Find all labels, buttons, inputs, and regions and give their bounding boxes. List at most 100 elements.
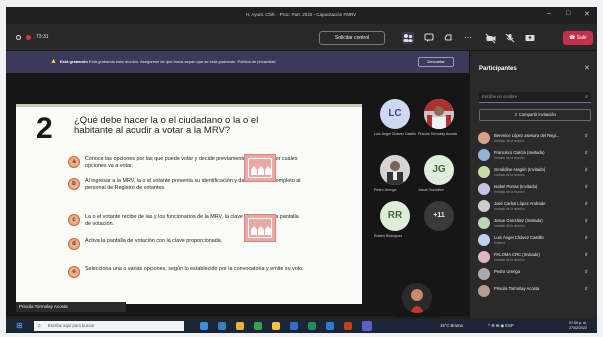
share-invite-button[interactable]: ⇪ Compartir invitación — [479, 109, 591, 121]
camera-icon[interactable] — [485, 32, 497, 44]
outlook-icon[interactable] — [326, 322, 334, 330]
chrome-icon[interactable] — [236, 322, 244, 330]
chat-icon[interactable] — [423, 32, 435, 44]
teams-icon[interactable] — [362, 321, 372, 331]
windows-start-icon[interactable]: ⊞ — [16, 322, 23, 330]
mic-muted-icon: ♯ — [585, 133, 588, 139]
participant-name: Priscila Tormolay Acosta — [494, 286, 540, 291]
panel-title: Participantes — [479, 66, 517, 72]
word-icon[interactable] — [290, 322, 298, 330]
participant-name: Francisco García (Invitado) — [494, 150, 545, 155]
participant-tile[interactable]: Priscila Tormolay Acosta — [418, 97, 462, 142]
tile-name: Pedro Urenga — [374, 188, 397, 192]
edge-icon[interactable] — [218, 322, 226, 330]
mic-muted-icon: ♯ — [585, 218, 588, 224]
participant-name: Luis Ángel Chávez Castillo — [494, 235, 544, 240]
participants-icon[interactable] — [402, 32, 414, 44]
participants-panel: Participantes ✕ Escribe un nombre ⌕ ⇪ Co… — [469, 51, 597, 319]
tile-name: Ruben Rodríguez — [374, 234, 403, 238]
participant-name: Berenice López asesora del Regi... — [494, 133, 560, 138]
excel-icon[interactable] — [308, 322, 316, 330]
participant-name: Geraldine Aragón (Invitado) — [494, 167, 546, 172]
clock-date: 27/02/2022 — [569, 325, 587, 330]
phone-icon: ☎ — [569, 35, 577, 41]
slide-number: 2 — [36, 112, 53, 145]
taskbar-clock[interactable]: 07:09 p. m. 27/02/2022 — [569, 321, 587, 330]
option-letter: d — [68, 238, 80, 250]
participant-search-input[interactable]: Escribe un nombre ⌕ — [479, 92, 591, 103]
reactions-icon[interactable] — [442, 32, 454, 44]
participant-role: Invitado de la reunión — [494, 173, 525, 177]
tile-name: Priscila Tormolay Acosta — [418, 132, 457, 136]
slide-question: ¿Qué debe hacer la o el ciudadano o la o… — [74, 115, 259, 136]
avatar — [478, 234, 490, 246]
dismiss-button[interactable]: Descartar — [418, 57, 454, 67]
participant-role: Externo — [494, 241, 505, 245]
weather-widget[interactable]: 15°C Bruma — [440, 323, 463, 328]
system-tray[interactable]: ^ ⊕ ⊞ ◉ ESP — [488, 323, 514, 328]
minimize-icon[interactable]: – — [547, 10, 551, 17]
participant-role: Invitado de la reunión — [494, 258, 525, 262]
avatar — [424, 99, 454, 129]
taskbar-search-placeholder: Escribe aquí para buscar — [48, 323, 95, 328]
leave-button[interactable]: ☎ Salir — [563, 31, 593, 45]
mic-muted-icon: ♯ — [585, 252, 588, 258]
participant-role: Invitado de la reunión — [494, 139, 525, 143]
share-label: Compartir invitación — [518, 112, 556, 117]
presenter-label: Priscila Tormolay Acosta — [16, 302, 126, 312]
explorer-icon[interactable] — [254, 322, 262, 330]
recording-banner: ▲ Está grabando Está grabando esta reuni… — [6, 51, 469, 73]
participant-row[interactable]: Priscila Tormolay Acosta ♯ — [470, 282, 597, 303]
meeting-timer: 73:31 — [36, 34, 49, 40]
option-letter: e — [68, 266, 80, 278]
participant-role: Invitado de la reunión — [494, 190, 525, 194]
meeting-toolbar: 73:31 Solicitar control ⋯ ☎ Salir — [6, 24, 597, 51]
task-view-icon[interactable] — [200, 322, 208, 330]
microphone-icon[interactable] — [504, 32, 516, 44]
mic-muted-icon: ♯ — [585, 286, 588, 292]
participant-role: Invitado de la reunión — [494, 207, 525, 211]
participant-name: Isabel Porras (Invitado) — [494, 184, 538, 189]
mic-muted-icon: ♯ — [585, 269, 588, 275]
taskbar-search-input[interactable]: ⌕ Escribe aquí para buscar — [34, 321, 184, 331]
mic-muted-icon: ♯ — [585, 150, 588, 156]
shared-slide: 2 ¿Qué debe hacer la o el ciudadano o la… — [16, 104, 362, 304]
more-options-icon[interactable]: ⋯ — [462, 32, 474, 44]
search-icon: ⌕ — [585, 94, 588, 100]
close-window-icon[interactable]: ✕ — [584, 10, 590, 18]
leave-label: Salir — [576, 35, 587, 41]
participant-tile[interactable]: LC Luis Ángel Chávez Castillo — [374, 97, 418, 142]
avatar: JG — [424, 155, 454, 185]
participant-tile[interactable]: RR Ruben Rodríguez — [374, 199, 418, 244]
participant-tile[interactable]: Pedro Urenga — [374, 153, 418, 198]
participant-role: Invitado de la reunión — [494, 156, 525, 160]
banner-title: Está grabando — [60, 59, 88, 64]
avatar: RR — [380, 201, 410, 231]
participant-name: José Carlos López Andrade — [494, 201, 546, 206]
mic-muted-icon: ♯ — [585, 167, 588, 173]
avatar — [478, 166, 490, 178]
powerpoint-icon[interactable] — [344, 322, 352, 330]
close-icon[interactable]: ✕ — [584, 64, 590, 72]
avatar — [478, 251, 490, 263]
banner-message: Está grabando esta reunión. Asegúrese de… — [88, 59, 237, 64]
avatar — [478, 132, 490, 144]
share-screen-icon[interactable] — [524, 32, 536, 44]
avatar — [478, 149, 490, 161]
avatar — [478, 217, 490, 229]
teams-window: H. Ayunt. Chih. - Proc. Part. 2022 - Cap… — [6, 7, 597, 333]
meeting-stage: 2 ¿Qué debe hacer la o el ciudadano o la… — [6, 73, 469, 317]
request-control-button[interactable]: Solicitar control — [319, 31, 385, 45]
participant-tile[interactable] — [396, 281, 440, 317]
privacy-policy-link[interactable]: Política de privacidad — [238, 59, 276, 64]
participant-tile[interactable]: JG Josue González — [418, 153, 462, 198]
folder-icon[interactable] — [272, 322, 280, 330]
participant-name: Pedro Urenga — [494, 269, 521, 274]
avatar: LC — [380, 99, 410, 129]
overflow-count: +11 — [424, 201, 454, 231]
maximize-icon[interactable]: □ — [566, 10, 570, 17]
more-participants-tile[interactable]: +11 — [418, 199, 462, 244]
recording-icon — [26, 35, 31, 40]
participant-name: PALOMA CRC (Invitado) — [494, 252, 540, 257]
option-text: Selecciona una o varias opciones, según … — [85, 266, 304, 272]
